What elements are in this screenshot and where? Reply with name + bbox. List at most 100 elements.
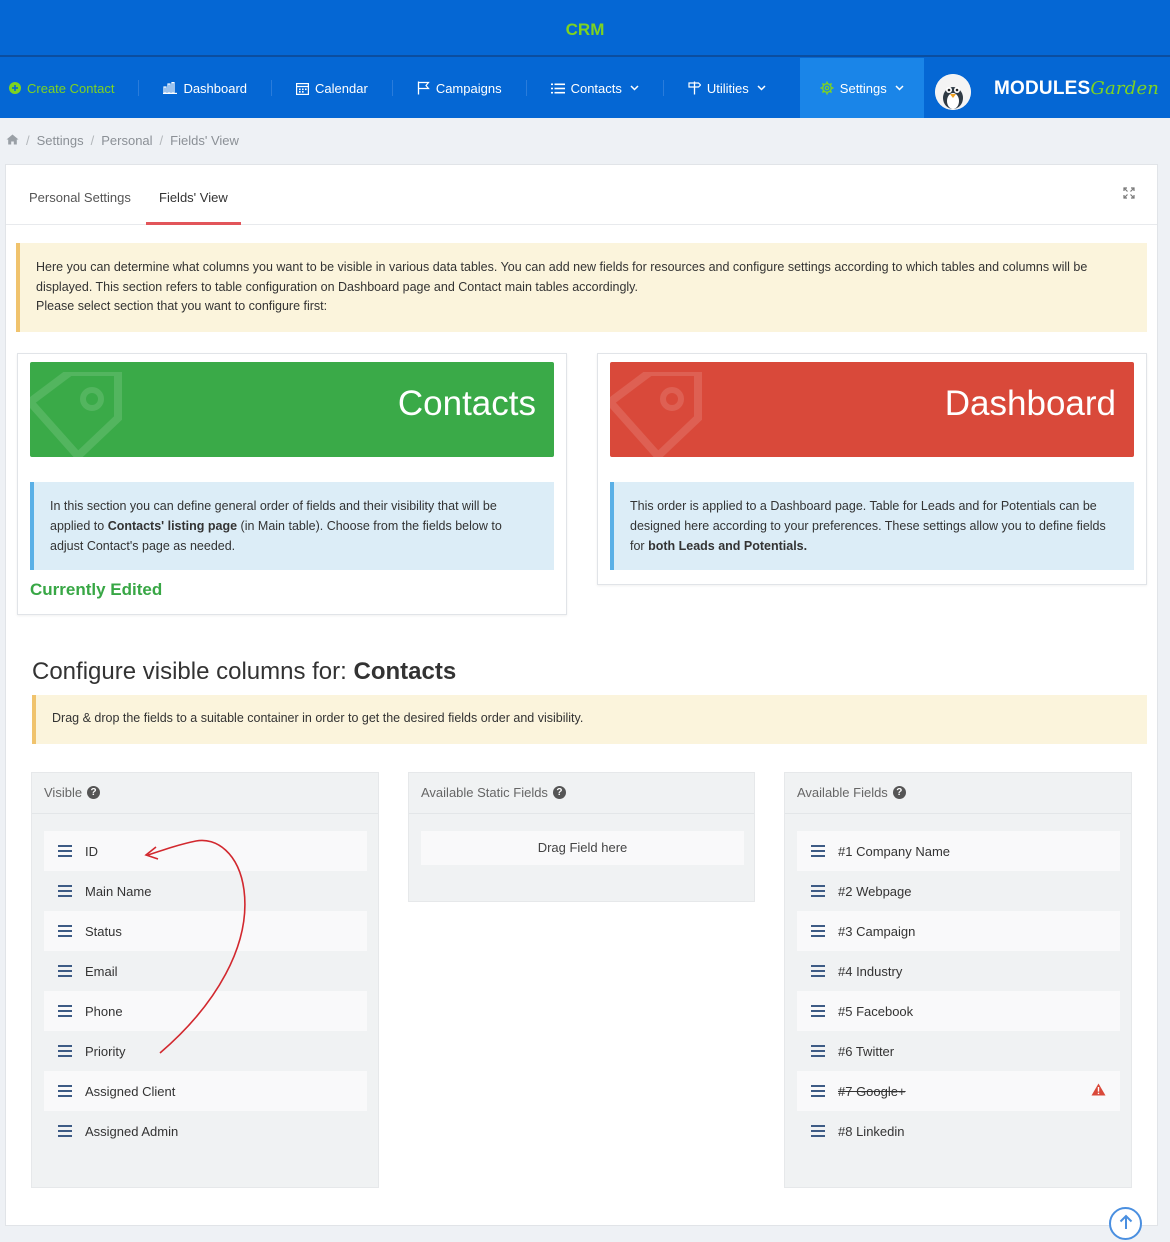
nav-campaigns[interactable]: Campaigns — [393, 58, 526, 118]
field-label: #2 Webpage — [838, 883, 912, 899]
nav-settings-label: Settings — [839, 80, 887, 96]
help-icon[interactable]: ? — [892, 786, 906, 799]
drag-handle-icon[interactable] — [58, 1005, 72, 1017]
nav-utilities[interactable]: Utilities — [664, 58, 790, 118]
currently-edited-label: Currently Edited — [30, 580, 163, 599]
static-fields-title: Available Static Fields — [421, 785, 548, 800]
field-item[interactable]: #2 Webpage — [797, 871, 1120, 911]
field-item[interactable]: #1 Company Name — [797, 831, 1120, 871]
field-label: #7 Google+ — [838, 1083, 906, 1099]
logo-modules: MODULES — [994, 78, 1091, 99]
nav-campaigns-label: Campaigns — [435, 80, 502, 96]
plus-circle-icon — [9, 82, 21, 94]
modulesgarden-logo: MODULESGarden — [994, 78, 1159, 100]
dashboard-banner[interactable]: Dashboard — [610, 362, 1134, 457]
drag-handle-icon[interactable] — [58, 845, 72, 857]
available-fields-header: Available Fields ? — [797, 785, 906, 800]
drag-handle-icon[interactable] — [58, 1085, 72, 1097]
field-item[interactable]: #8 Linkedin — [797, 1111, 1120, 1151]
column-divider — [785, 813, 1131, 814]
configure-target: Contacts — [353, 658, 457, 685]
drag-handle-icon[interactable] — [811, 1125, 825, 1137]
nav-create-contact-label: Create Contact — [27, 80, 115, 96]
nav-dashboard[interactable]: Dashboard — [139, 58, 271, 118]
scroll-to-top-button[interactable] — [1109, 1207, 1142, 1240]
drag-handle-icon[interactable] — [811, 845, 825, 857]
tab-personal-settings[interactable]: Personal Settings — [29, 165, 131, 225]
contacts-info-bold: Contacts' listing page — [107, 519, 238, 533]
dashboard-banner-title: Dashboard — [944, 384, 1116, 423]
drag-handle-icon[interactable] — [811, 1005, 825, 1017]
annotation-arrow — [144, 839, 246, 1054]
help-icon[interactable]: ? — [87, 786, 101, 799]
nav-create-contact[interactable]: Create Contact — [0, 58, 138, 118]
contacts-banner[interactable]: Contacts — [30, 362, 554, 457]
available-fields-column[interactable]: Available Fields ? #1 Company Name #2 We… — [784, 772, 1132, 1188]
user-avatar[interactable] — [935, 74, 971, 110]
flag-icon — [417, 81, 430, 95]
static-fields-column[interactable]: Available Static Fields ? Drag Field her… — [408, 772, 755, 902]
field-label: #5 Facebook — [838, 1003, 914, 1019]
field-label: Phone — [85, 1003, 123, 1019]
tab-bar: Personal Settings Fields' View — [6, 165, 1157, 225]
dashboard-info-bold: both Leads and Potentials. — [648, 539, 808, 553]
tag-icon — [30, 372, 122, 457]
field-item-deprecated[interactable]: #7 Google+ — [797, 1071, 1120, 1111]
home-icon[interactable] — [6, 133, 19, 148]
drop-zone[interactable]: Drag Field here — [421, 831, 744, 865]
nav-contacts[interactable]: Contacts — [527, 58, 663, 118]
drag-handle-icon[interactable] — [58, 965, 72, 977]
field-item[interactable]: #4 Industry — [797, 951, 1120, 991]
field-item[interactable]: Assigned Client — [44, 1071, 367, 1111]
drag-handle-icon[interactable] — [811, 885, 825, 897]
visible-column-title: Visible — [44, 785, 83, 800]
field-label: #3 Campaign — [838, 923, 916, 939]
drag-handle-icon[interactable] — [58, 1125, 72, 1137]
field-item[interactable]: #6 Twitter — [797, 1031, 1120, 1071]
drag-handle-icon[interactable] — [811, 965, 825, 977]
drag-handle-icon[interactable] — [811, 1085, 825, 1097]
field-item[interactable]: Assigned Admin — [44, 1111, 367, 1151]
field-label: #6 Twitter — [838, 1043, 895, 1059]
intro-prompt: Please select section that you want to c… — [36, 299, 328, 313]
static-fields-header: Available Static Fields ? — [421, 785, 566, 800]
tag-icon — [610, 372, 702, 457]
breadcrumb-personal[interactable]: Personal — [101, 133, 152, 148]
column-divider — [32, 813, 378, 814]
field-label: Status — [85, 923, 122, 939]
drag-hint-text: Drag & drop the fields to a suitable con… — [52, 711, 584, 725]
drag-handle-icon[interactable] — [58, 925, 72, 937]
nav-calendar[interactable]: Calendar — [272, 58, 392, 118]
field-item[interactable]: #3 Campaign — [797, 911, 1120, 951]
signpost-icon — [688, 81, 701, 95]
field-label: ID — [85, 843, 98, 859]
drag-handle-icon[interactable] — [58, 885, 72, 897]
list-icon — [550, 83, 565, 94]
configure-prefix: Configure visible columns for: — [32, 658, 347, 685]
breadcrumb-separator: / — [26, 132, 30, 148]
field-label: #4 Industry — [838, 963, 903, 979]
breadcrumb-separator: / — [90, 132, 95, 148]
app-title: CRM — [0, 0, 1170, 57]
help-icon[interactable]: ? — [552, 786, 566, 799]
drag-handle-icon[interactable] — [811, 925, 825, 937]
warning-icon[interactable] — [1091, 1083, 1106, 1099]
field-label: #1 Company Name — [838, 843, 950, 859]
nav-utilities-label: Utilities — [706, 80, 749, 96]
dashboard-section-card[interactable]: Dashboard This order is applied to a Das… — [597, 353, 1147, 585]
top-bar: CRM Create Contact Dashboard Calendar Ca… — [0, 0, 1170, 118]
expand-icon[interactable] — [1123, 187, 1135, 202]
nav-settings[interactable]: Settings — [799, 58, 924, 118]
drag-handle-icon[interactable] — [811, 1045, 825, 1057]
breadcrumb-settings[interactable]: Settings — [37, 133, 84, 148]
field-label: Priority — [85, 1043, 126, 1059]
drag-handle-icon[interactable] — [58, 1045, 72, 1057]
contacts-section-card[interactable]: Contacts In this section you can define … — [17, 353, 567, 615]
chevron-down-icon — [757, 85, 766, 91]
tab-fields-view[interactable]: Fields' View — [146, 165, 241, 225]
gear-icon — [820, 81, 834, 95]
field-item[interactable]: #5 Facebook — [797, 991, 1120, 1031]
field-label: #8 Linkedin — [838, 1123, 905, 1139]
logo-garden: Garden — [1090, 78, 1160, 99]
nav-contacts-label: Contacts — [570, 80, 622, 96]
